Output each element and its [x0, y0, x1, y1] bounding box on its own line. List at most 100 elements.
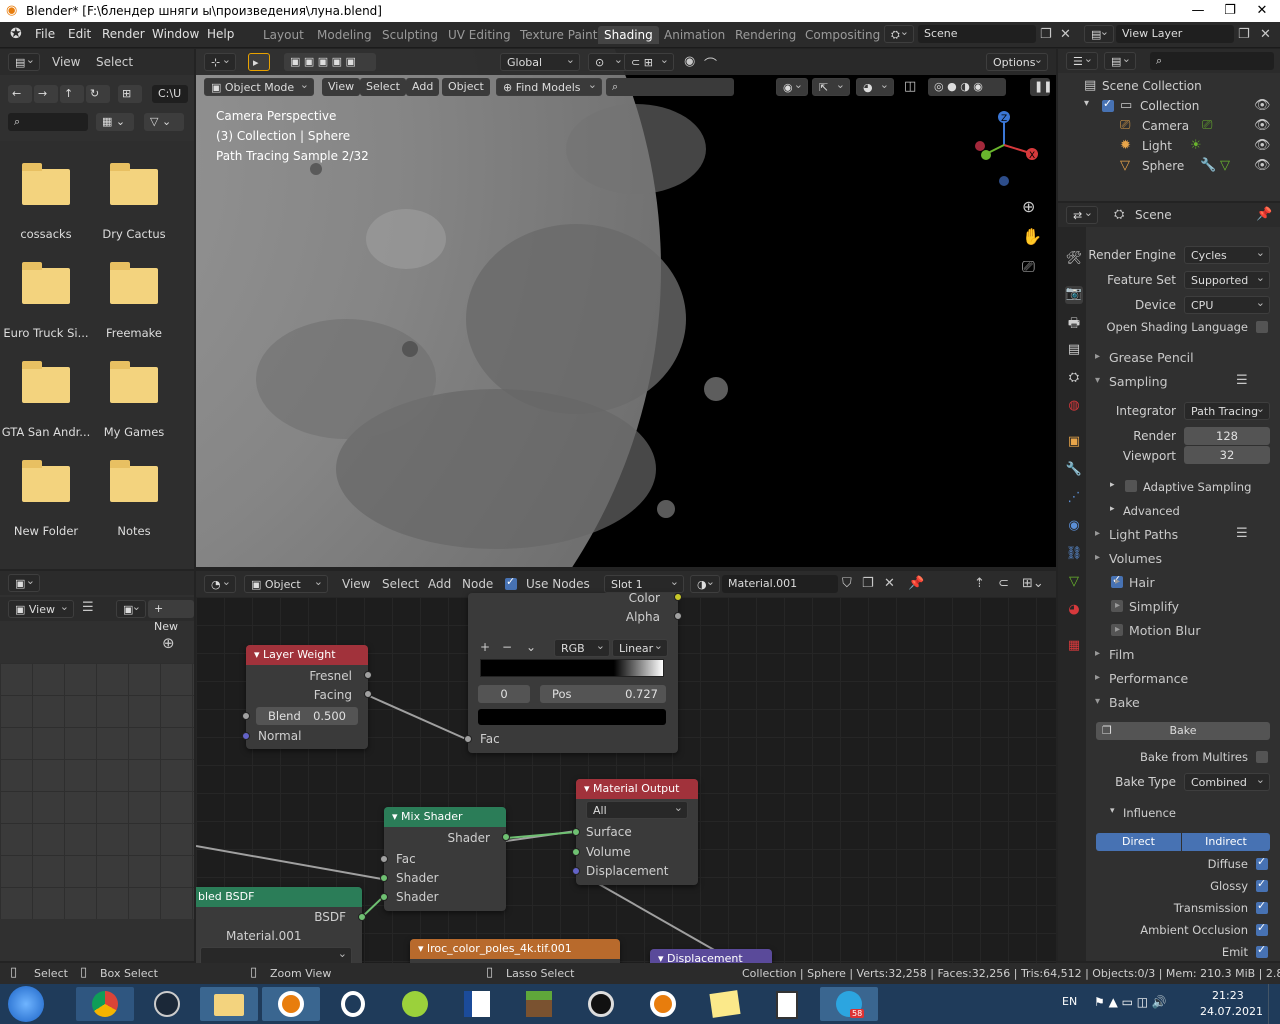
- telegram-taskbar-icon[interactable]: 58: [820, 987, 878, 1021]
- expand-chevron-icon[interactable]: ▸: [1110, 480, 1115, 490]
- view-layer-tab-icon[interactable]: ▤: [1065, 342, 1083, 360]
- blender-alt-taskbar-icon[interactable]: [634, 987, 692, 1021]
- editor-type-icon[interactable]: ☰: [1066, 50, 1098, 70]
- tab-layout[interactable]: Layout: [263, 28, 304, 42]
- search-app-taskbar-icon[interactable]: [324, 987, 382, 1021]
- pause-render-icon[interactable]: ❚❚: [1030, 78, 1052, 96]
- visibility-icon[interactable]: ◉: [776, 76, 808, 96]
- folder-icon[interactable]: [22, 163, 70, 205]
- blend-field[interactable]: Blend 0.500: [256, 707, 358, 725]
- remove-stop-icon[interactable]: −: [502, 640, 512, 654]
- section-film[interactable]: Film: [1095, 647, 1135, 662]
- pan-hand-icon[interactable]: ✋: [1022, 227, 1042, 246]
- show-desktop-button[interactable]: [1268, 984, 1280, 1024]
- tab-modeling[interactable]: Modeling: [317, 28, 372, 42]
- tab-uv-editing[interactable]: UV Editing: [448, 28, 511, 42]
- viewport-samples-field[interactable]: 32: [1184, 446, 1270, 464]
- select-tool-icon[interactable]: ▸: [248, 53, 270, 71]
- collection-label[interactable]: Collection: [1140, 99, 1199, 113]
- displacement-node[interactable]: ▾ Displacement: [650, 949, 772, 963]
- camera-view-icon[interactable]: ⎚: [1022, 257, 1035, 277]
- folder-icon[interactable]: [22, 262, 70, 304]
- tray-icons[interactable]: ⚑ ▲ ▭ ◫ 🔊: [1094, 995, 1167, 1009]
- navigation-gizmo[interactable]: Z X: [970, 107, 1040, 191]
- tab-animation[interactable]: Animation: [664, 28, 725, 42]
- bsdf-output-socket[interactable]: [358, 913, 366, 921]
- fb-menu-view[interactable]: View: [52, 55, 80, 69]
- light-data-icon[interactable]: ☀: [1190, 138, 1202, 153]
- expand-chevron-icon[interactable]: ▾: [1110, 806, 1115, 816]
- parent-directory-icon[interactable]: ↑: [60, 85, 84, 103]
- advanced-subpanel[interactable]: Advanced: [1123, 504, 1180, 518]
- expand-chevron-icon[interactable]: ▸: [1110, 504, 1115, 514]
- zoom-viewport-icon[interactable]: ⊕: [1022, 197, 1035, 216]
- editor-type-icon[interactable]: ▤: [8, 51, 40, 71]
- layer-weight-header[interactable]: ▾ Layer Weight: [246, 645, 368, 665]
- proportional-edit-icon[interactable]: ◉: [684, 54, 695, 69]
- filter-icon[interactable]: ▽ ⌄: [144, 113, 184, 131]
- displacement-input-socket[interactable]: [572, 867, 580, 875]
- facing-output-socket[interactable]: [364, 690, 372, 698]
- eye-icon[interactable]: 👁: [1254, 158, 1271, 173]
- color-output-socket[interactable]: [674, 593, 682, 601]
- modifier-tab-icon[interactable]: 🔧: [1065, 462, 1083, 480]
- section-sampling[interactable]: Sampling: [1095, 374, 1167, 389]
- select-mode-icons[interactable]: ▣ ▣ ▣ ▣ ▣: [284, 53, 376, 71]
- folder-icon[interactable]: [110, 460, 158, 502]
- mix-shader-node[interactable]: ▾ Mix Shader Shader Fac Shader Shader: [380, 807, 510, 911]
- principled-bsdf-node[interactable]: bled BSDF BSDF Material.001: [196, 887, 366, 963]
- display-mode-icon[interactable]: ▤: [1104, 50, 1136, 70]
- stop-position-field[interactable]: Pos 0.727: [540, 685, 666, 703]
- color-mode-dropdown[interactable]: RGB: [554, 637, 610, 657]
- layer-weight-node[interactable]: ▾ Layer Weight Fresnel Facing Blend 0.500…: [242, 645, 372, 749]
- xray-icon[interactable]: ◫: [904, 79, 916, 94]
- vp-menu-add[interactable]: Add: [406, 78, 440, 96]
- fb-menu-select[interactable]: Select: [96, 55, 133, 69]
- options-dropdown[interactable]: Options: [986, 51, 1048, 71]
- output-tab-icon[interactable]: 🖶: [1065, 314, 1083, 332]
- folder-label[interactable]: Freemake: [89, 326, 179, 340]
- pin-icon[interactable]: 📌: [1256, 207, 1272, 222]
- menu-help[interactable]: Help: [207, 27, 234, 41]
- image-browse-icon[interactable]: ▣: [116, 598, 146, 618]
- shading-mode-icons[interactable]: ◎ ● ◑ ◉: [928, 78, 1006, 96]
- shader-node-editor[interactable]: ◔ ▣ Object View Select Add Node Use Node…: [196, 571, 1056, 963]
- minecraft-taskbar-icon[interactable]: [510, 987, 568, 1021]
- volume-input-socket[interactable]: [572, 848, 580, 856]
- emit-checkbox[interactable]: [1256, 943, 1268, 958]
- notes-app-taskbar-icon[interactable]: [696, 987, 754, 1021]
- section-motion-blur[interactable]: Motion Blur: [1115, 623, 1201, 638]
- indirect-toggle[interactable]: Indirect: [1182, 833, 1270, 851]
- tool-tab-icon[interactable]: 🛠: [1065, 251, 1083, 269]
- vpn-app-taskbar-icon[interactable]: [572, 987, 630, 1021]
- close-window-button[interactable]: ✕: [1246, 0, 1278, 22]
- influence-subpanel[interactable]: Influence: [1123, 806, 1176, 820]
- falloff-icon[interactable]: ⌒: [704, 54, 717, 73]
- texture-tab-icon[interactable]: ▦: [1065, 638, 1083, 656]
- material-output-node[interactable]: ▾ Material Output All Surface Volume Dis…: [572, 779, 698, 885]
- refresh-icon[interactable]: ↻: [86, 85, 110, 103]
- section-performance[interactable]: Performance: [1095, 671, 1188, 686]
- folder-label[interactable]: My Games: [89, 425, 179, 439]
- device-dropdown[interactable]: CPU: [1184, 294, 1270, 314]
- material-tab-icon[interactable]: ◕: [1065, 602, 1083, 620]
- eye-icon[interactable]: 👁: [1254, 98, 1271, 113]
- data-tab-icon[interactable]: ▽: [1065, 574, 1083, 592]
- menu-render[interactable]: Render: [102, 27, 145, 41]
- folder-label[interactable]: Notes: [89, 524, 179, 538]
- view-layer-field[interactable]: View Layer: [1116, 25, 1234, 43]
- image-view-dropdown[interactable]: ▣ View: [8, 598, 74, 618]
- 3d-viewport[interactable]: ⊹ ▸ ▣ ▣ ▣ ▣ ▣ Global ⊙ ⊂ ⊞ ◉ ⌒ Options ▣…: [196, 49, 1056, 567]
- fac-input-socket[interactable]: [380, 855, 388, 863]
- new-viewlayer-icon[interactable]: ❐: [1238, 27, 1250, 42]
- bake-multires-checkbox[interactable]: [1256, 751, 1268, 763]
- back-arrow-icon[interactable]: ←: [8, 85, 32, 103]
- render-tab-icon[interactable]: 📷: [1065, 286, 1083, 304]
- image-texture-header[interactable]: ▾ lroc_color_poles_4k.tif.001: [410, 939, 620, 959]
- forward-arrow-icon[interactable]: →: [34, 85, 58, 103]
- explorer-taskbar-icon[interactable]: [200, 987, 258, 1021]
- start-button[interactable]: [8, 986, 44, 1022]
- osl-checkbox[interactable]: [1256, 321, 1268, 333]
- chrome-taskbar-icon[interactable]: [76, 987, 134, 1021]
- interpolation-dropdown[interactable]: Linear: [612, 637, 668, 657]
